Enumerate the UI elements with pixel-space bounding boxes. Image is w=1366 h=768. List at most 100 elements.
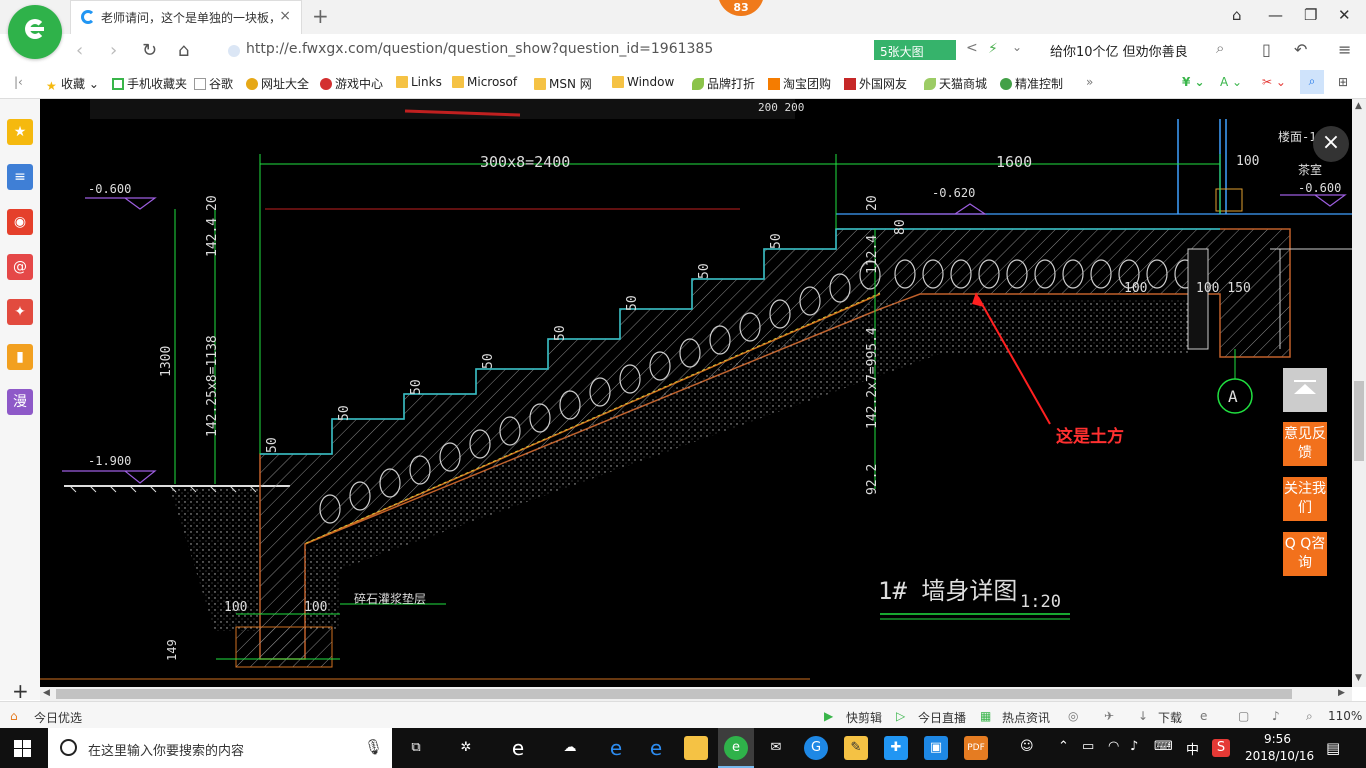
follow-us-button[interactable]: 关注我们 bbox=[1283, 477, 1327, 521]
pinwheel-app-icon[interactable]: ✲ bbox=[454, 736, 478, 760]
volume-icon[interactable]: ♪ bbox=[1272, 709, 1280, 723]
bookmark-item[interactable]: Microsof bbox=[452, 75, 517, 89]
clock-date[interactable]: 2018/10/16 bbox=[1245, 749, 1314, 763]
close-image-button[interactable]: × bbox=[1313, 126, 1349, 162]
speaker-icon[interactable]: ♪ bbox=[1130, 739, 1138, 754]
people-icon[interactable]: ☺ bbox=[1020, 739, 1034, 754]
hot-news-link[interactable]: 热点资讯 bbox=[1002, 709, 1050, 726]
scroll-right-icon[interactable]: ▶ bbox=[1338, 688, 1345, 698]
microphone-icon[interactable]: 🎙 bbox=[364, 738, 383, 756]
search-tool-icon[interactable]: ⌕ bbox=[1300, 70, 1324, 94]
weather-icon[interactable]: ☁ bbox=[558, 736, 582, 760]
new-tab-button[interactable]: + bbox=[312, 4, 329, 28]
bookmark-item[interactable]: 淘宝团购 bbox=[768, 75, 831, 92]
sidebar-add-icon[interactable]: + bbox=[12, 679, 29, 703]
scissors-icon[interactable]: ✂ ⌄ bbox=[1262, 75, 1286, 89]
favorites-star-icon[interactable]: ★ bbox=[7, 119, 33, 145]
bookmark-item[interactable]: 谷歌 bbox=[194, 75, 233, 92]
news-panel-icon[interactable]: ≡ bbox=[7, 164, 33, 190]
speed-mode-icon[interactable]: ⚡ bbox=[988, 41, 998, 57]
bookmark-item[interactable]: 品牌打折 bbox=[692, 75, 755, 92]
keyboard-icon[interactable]: ⌨ bbox=[1154, 739, 1173, 754]
vertical-scrollbar[interactable]: ▲ ▼ bbox=[1352, 99, 1366, 687]
maximize-icon[interactable]: ❐ bbox=[1304, 6, 1317, 24]
reader-book-icon[interactable]: ▮ bbox=[7, 344, 33, 370]
mail-envelope-icon[interactable]: ✉ bbox=[764, 736, 788, 760]
back-icon[interactable]: ‹ bbox=[76, 40, 83, 61]
taskbar-search-placeholder[interactable]: 在这里输入你要搜索的内容 bbox=[88, 740, 244, 759]
qq-browser-icon[interactable]: G bbox=[804, 736, 828, 760]
battery-icon[interactable]: ▭ bbox=[1082, 739, 1094, 754]
bookmark-item[interactable]: MSN 网 bbox=[534, 75, 592, 92]
mail-icon[interactable]: @ bbox=[7, 254, 33, 280]
game-controller-icon[interactable]: ✦ bbox=[7, 299, 33, 325]
zoom-level[interactable]: 110% bbox=[1328, 709, 1362, 723]
site-info-icon[interactable] bbox=[228, 45, 240, 57]
ime-mode[interactable]: 中 bbox=[1186, 739, 1199, 758]
edge-icon[interactable]: e bbox=[604, 736, 628, 760]
file-explorer-icon[interactable] bbox=[684, 736, 708, 760]
ie-legacy-icon[interactable]: e bbox=[506, 736, 530, 760]
pin-icon[interactable]: ✈ bbox=[1104, 709, 1114, 723]
360-browser-icon[interactable]: e bbox=[724, 736, 748, 760]
menu-icon[interactable]: ≡ bbox=[1338, 40, 1351, 59]
scroll-down-icon[interactable]: ▼ bbox=[1355, 673, 1362, 683]
browser-tab[interactable]: 老师请问，这个是单独的一块板， × bbox=[70, 0, 302, 34]
translate-icon[interactable]: A ⌄ bbox=[1220, 75, 1242, 89]
reload-icon[interactable]: ↻ bbox=[142, 40, 157, 61]
pdf-reader-icon[interactable]: PDF bbox=[964, 736, 988, 760]
vertical-scroll-thumb[interactable] bbox=[1354, 381, 1364, 461]
taskbar-search-box[interactable]: 在这里输入你要搜索的内容 🎙 bbox=[48, 728, 392, 768]
scroll-left-icon[interactable]: ◀ bbox=[43, 688, 50, 698]
comic-icon[interactable]: 漫 bbox=[7, 389, 33, 415]
notepad-icon[interactable]: ✎ bbox=[844, 736, 868, 760]
minimize-icon[interactable]: — bbox=[1268, 6, 1283, 24]
accelerate-icon[interactable]: ◎ bbox=[1068, 709, 1078, 723]
mobile-icon[interactable]: ▯ bbox=[1262, 40, 1271, 59]
clock-time[interactable]: 9:56 bbox=[1264, 732, 1291, 746]
bookmark-item[interactable]: Window bbox=[612, 75, 674, 89]
collapse-sidebar-icon[interactable]: |‹ bbox=[14, 75, 23, 89]
bookmark-item[interactable]: ★ 收藏 ⌄ bbox=[46, 75, 99, 93]
briefcase-icon[interactable]: ▣ bbox=[924, 736, 948, 760]
windows-start-icon[interactable] bbox=[14, 740, 31, 757]
home-icon[interactable]: ⌂ bbox=[178, 40, 189, 61]
live-link[interactable]: 今日直播 bbox=[918, 709, 966, 726]
task-view-icon[interactable]: ⧉ bbox=[404, 736, 428, 760]
bookmarks-more-icon[interactable]: » bbox=[1086, 75, 1093, 89]
weibo-icon[interactable]: ◉ bbox=[7, 209, 33, 235]
qq-consult-button[interactable]: Q Q咨询 bbox=[1283, 532, 1327, 576]
wifi-icon[interactable]: ◠ bbox=[1108, 739, 1119, 754]
scroll-up-icon[interactable]: ▲ bbox=[1355, 101, 1362, 111]
tools-icon[interactable]: ✚ bbox=[884, 736, 908, 760]
skin-shirt-icon[interactable]: ⌂ bbox=[1232, 6, 1242, 24]
bookmark-item[interactable]: 网址大全 bbox=[246, 75, 309, 92]
url-text[interactable]: http://e.fwxgx.com/question/question_sho… bbox=[246, 41, 713, 57]
ie-mode-icon[interactable]: e bbox=[1200, 709, 1207, 723]
quick-clip-link[interactable]: 快剪辑 bbox=[846, 709, 882, 726]
notification-center-icon[interactable]: ▤ bbox=[1326, 739, 1340, 757]
bookmark-item[interactable]: 精准控制 bbox=[1000, 75, 1063, 92]
forward-icon[interactable]: › bbox=[110, 40, 117, 61]
share-icon[interactable]: < bbox=[966, 40, 978, 56]
internet-explorer-icon[interactable]: e bbox=[644, 736, 668, 760]
horizontal-scroll-thumb[interactable] bbox=[56, 689, 1292, 699]
bookmark-item[interactable]: 外国网友 bbox=[844, 75, 907, 92]
feedback-button[interactable]: 意见反馈 bbox=[1283, 422, 1327, 466]
search-icon[interactable]: ⌕ bbox=[1216, 39, 1224, 57]
tray-expand-icon[interactable]: ⌃ bbox=[1058, 739, 1069, 754]
window-icon[interactable]: ▢ bbox=[1238, 709, 1249, 723]
today-picks-link[interactable]: 今日优选 bbox=[34, 709, 82, 726]
tab-close-icon[interactable]: × bbox=[279, 8, 291, 24]
shield-icon[interactable]: ¥ ⌄ bbox=[1182, 75, 1205, 89]
apps-grid-icon[interactable]: ⊞ bbox=[1338, 75, 1348, 89]
bookmark-item[interactable]: 游戏中心 bbox=[320, 75, 383, 92]
horizontal-scrollbar[interactable]: ◀ ▶ bbox=[40, 687, 1352, 701]
download-link[interactable]: 下载 bbox=[1158, 709, 1182, 726]
browser-logo-icon[interactable] bbox=[8, 5, 62, 59]
bookmark-item[interactable]: 天猫商城 bbox=[924, 75, 987, 92]
bookmark-item[interactable]: Links bbox=[396, 75, 442, 89]
search-input[interactable]: 给你10个亿 但劝你善良 bbox=[1050, 41, 1188, 60]
back-to-top-button[interactable] bbox=[1283, 368, 1327, 412]
notification-badge[interactable]: 83 bbox=[718, 0, 764, 16]
